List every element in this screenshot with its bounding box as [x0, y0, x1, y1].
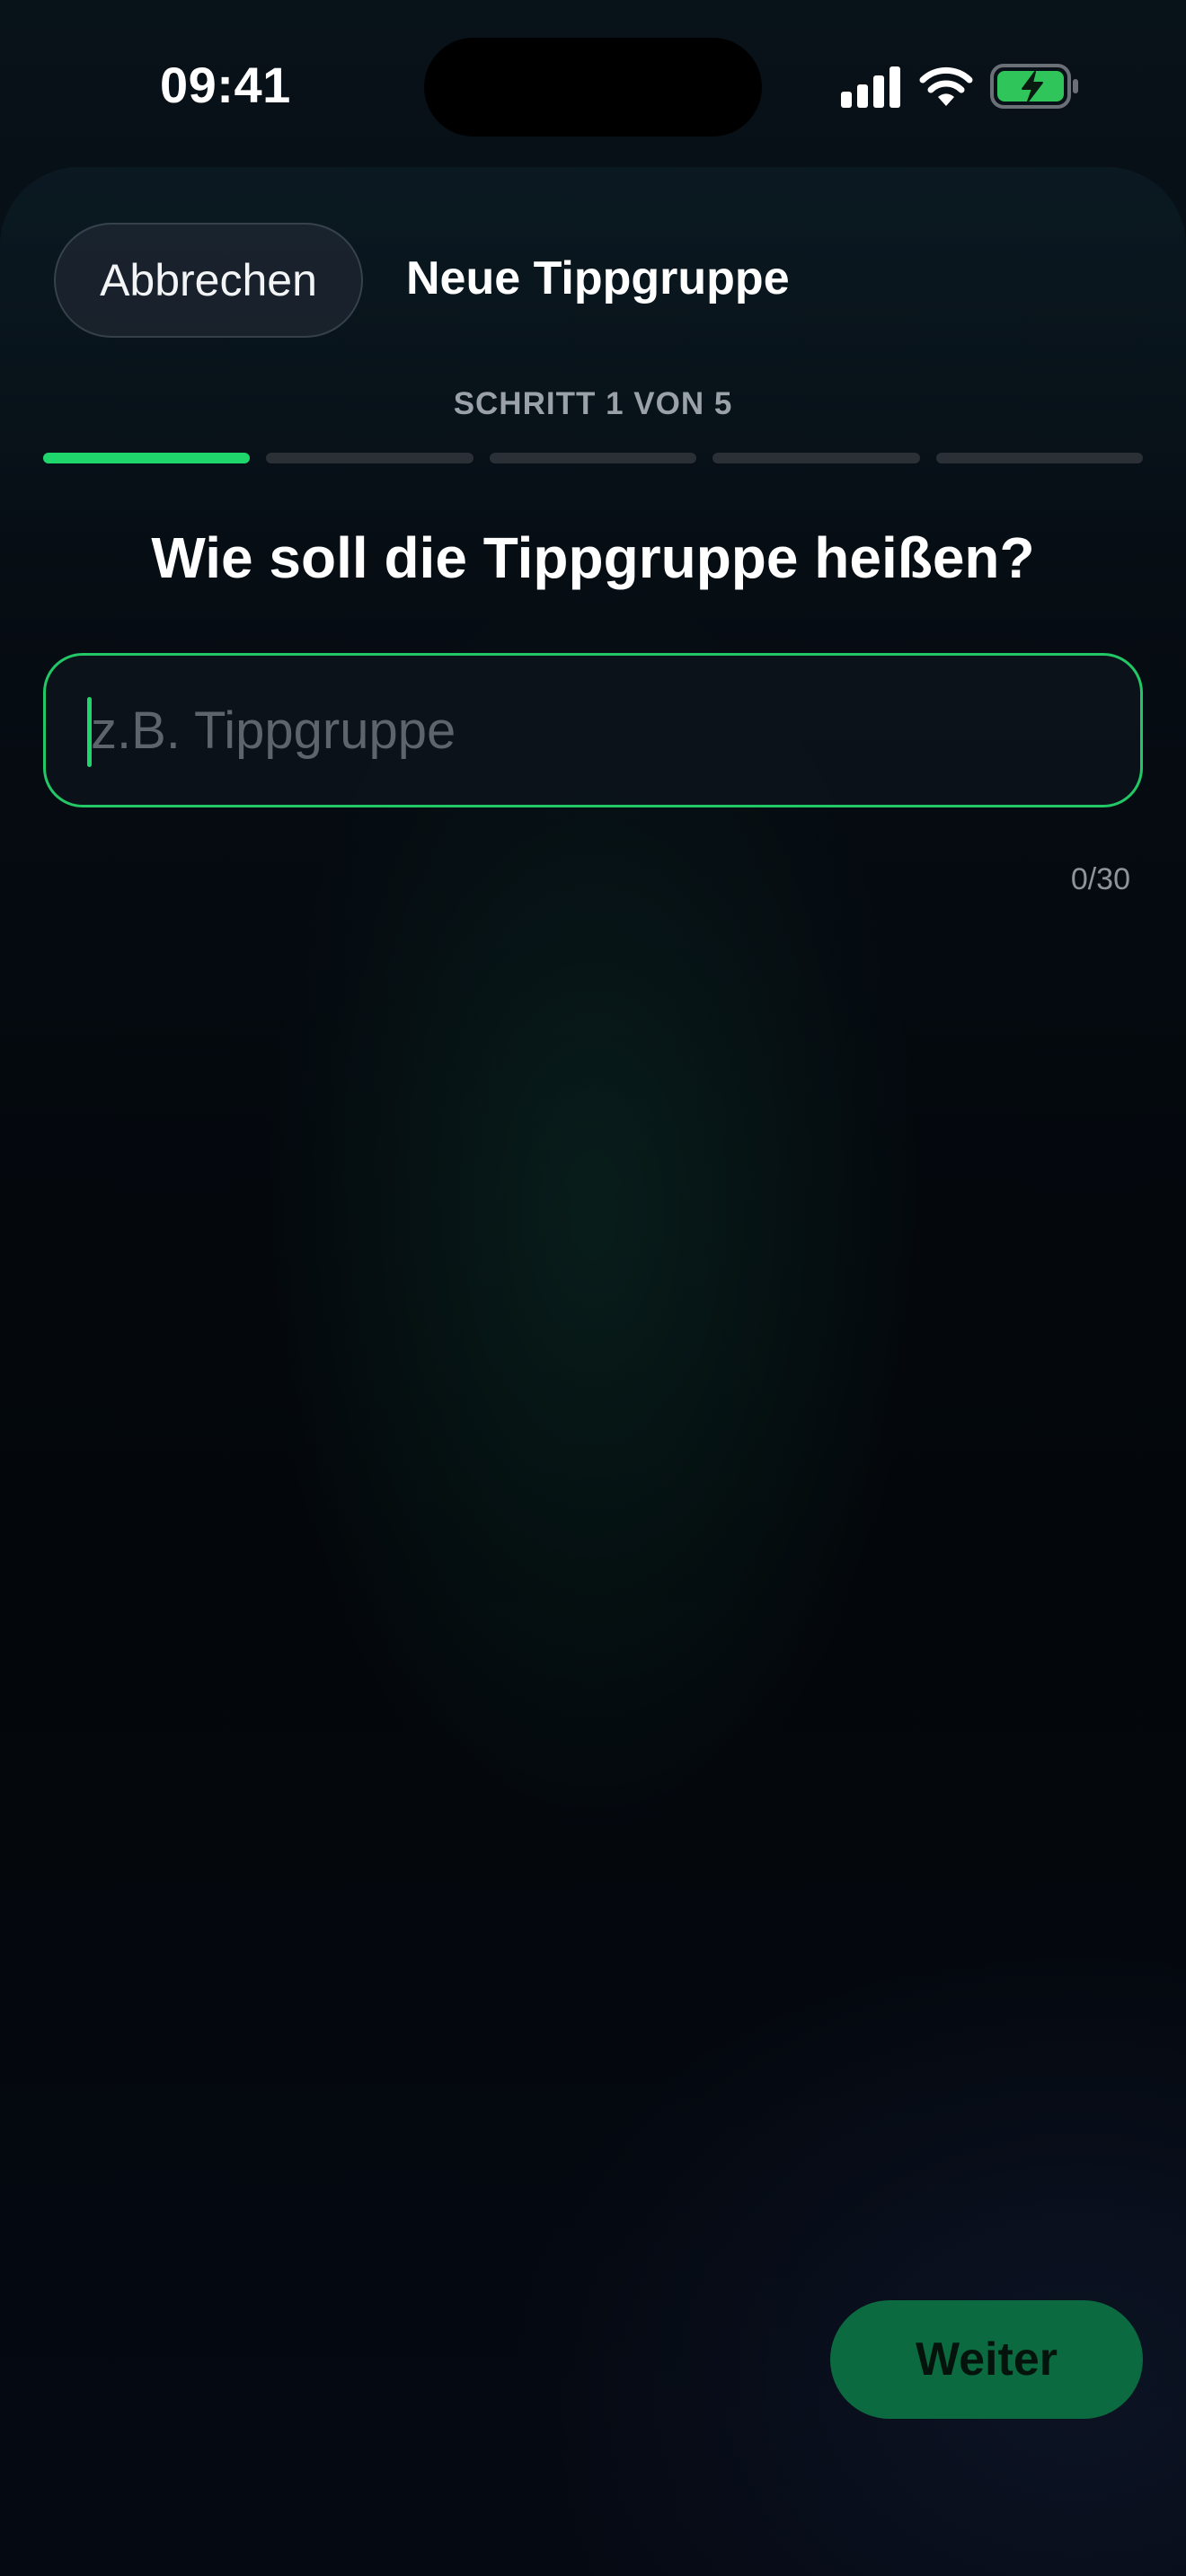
progress-segment-1 — [43, 453, 251, 463]
progress-segment-2 — [266, 453, 474, 463]
battery-charging-icon — [990, 64, 1078, 109]
character-counter: 0/30 — [1070, 862, 1130, 896]
wifi-icon — [919, 66, 973, 106]
text-caret — [87, 697, 92, 767]
screen: 09:41 Abbrechen Neue Tippgruppe SCHRITT … — [0, 0, 1186, 2576]
sheet-title: Neue Tippgruppe — [406, 252, 790, 304]
status-bar: 09:41 — [0, 0, 1186, 171]
progress-segment-5 — [935, 453, 1144, 463]
cancel-button[interactable]: Abbrechen — [54, 223, 363, 338]
status-time: 09:41 — [160, 57, 291, 113]
step-label: SCHRITT 1 VON 5 — [453, 386, 733, 421]
progress-segment-3 — [489, 453, 697, 463]
signal-icon — [841, 66, 900, 108]
next-button[interactable]: Weiter — [830, 2300, 1143, 2419]
group-name-input[interactable] — [91, 656, 1115, 805]
dynamic-island — [424, 38, 762, 137]
progress-segment-4 — [712, 453, 920, 463]
step-progress — [43, 453, 1144, 463]
group-name-field[interactable] — [43, 653, 1143, 807]
question-heading: Wie soll die Tippgruppe heißen? — [151, 525, 1035, 590]
